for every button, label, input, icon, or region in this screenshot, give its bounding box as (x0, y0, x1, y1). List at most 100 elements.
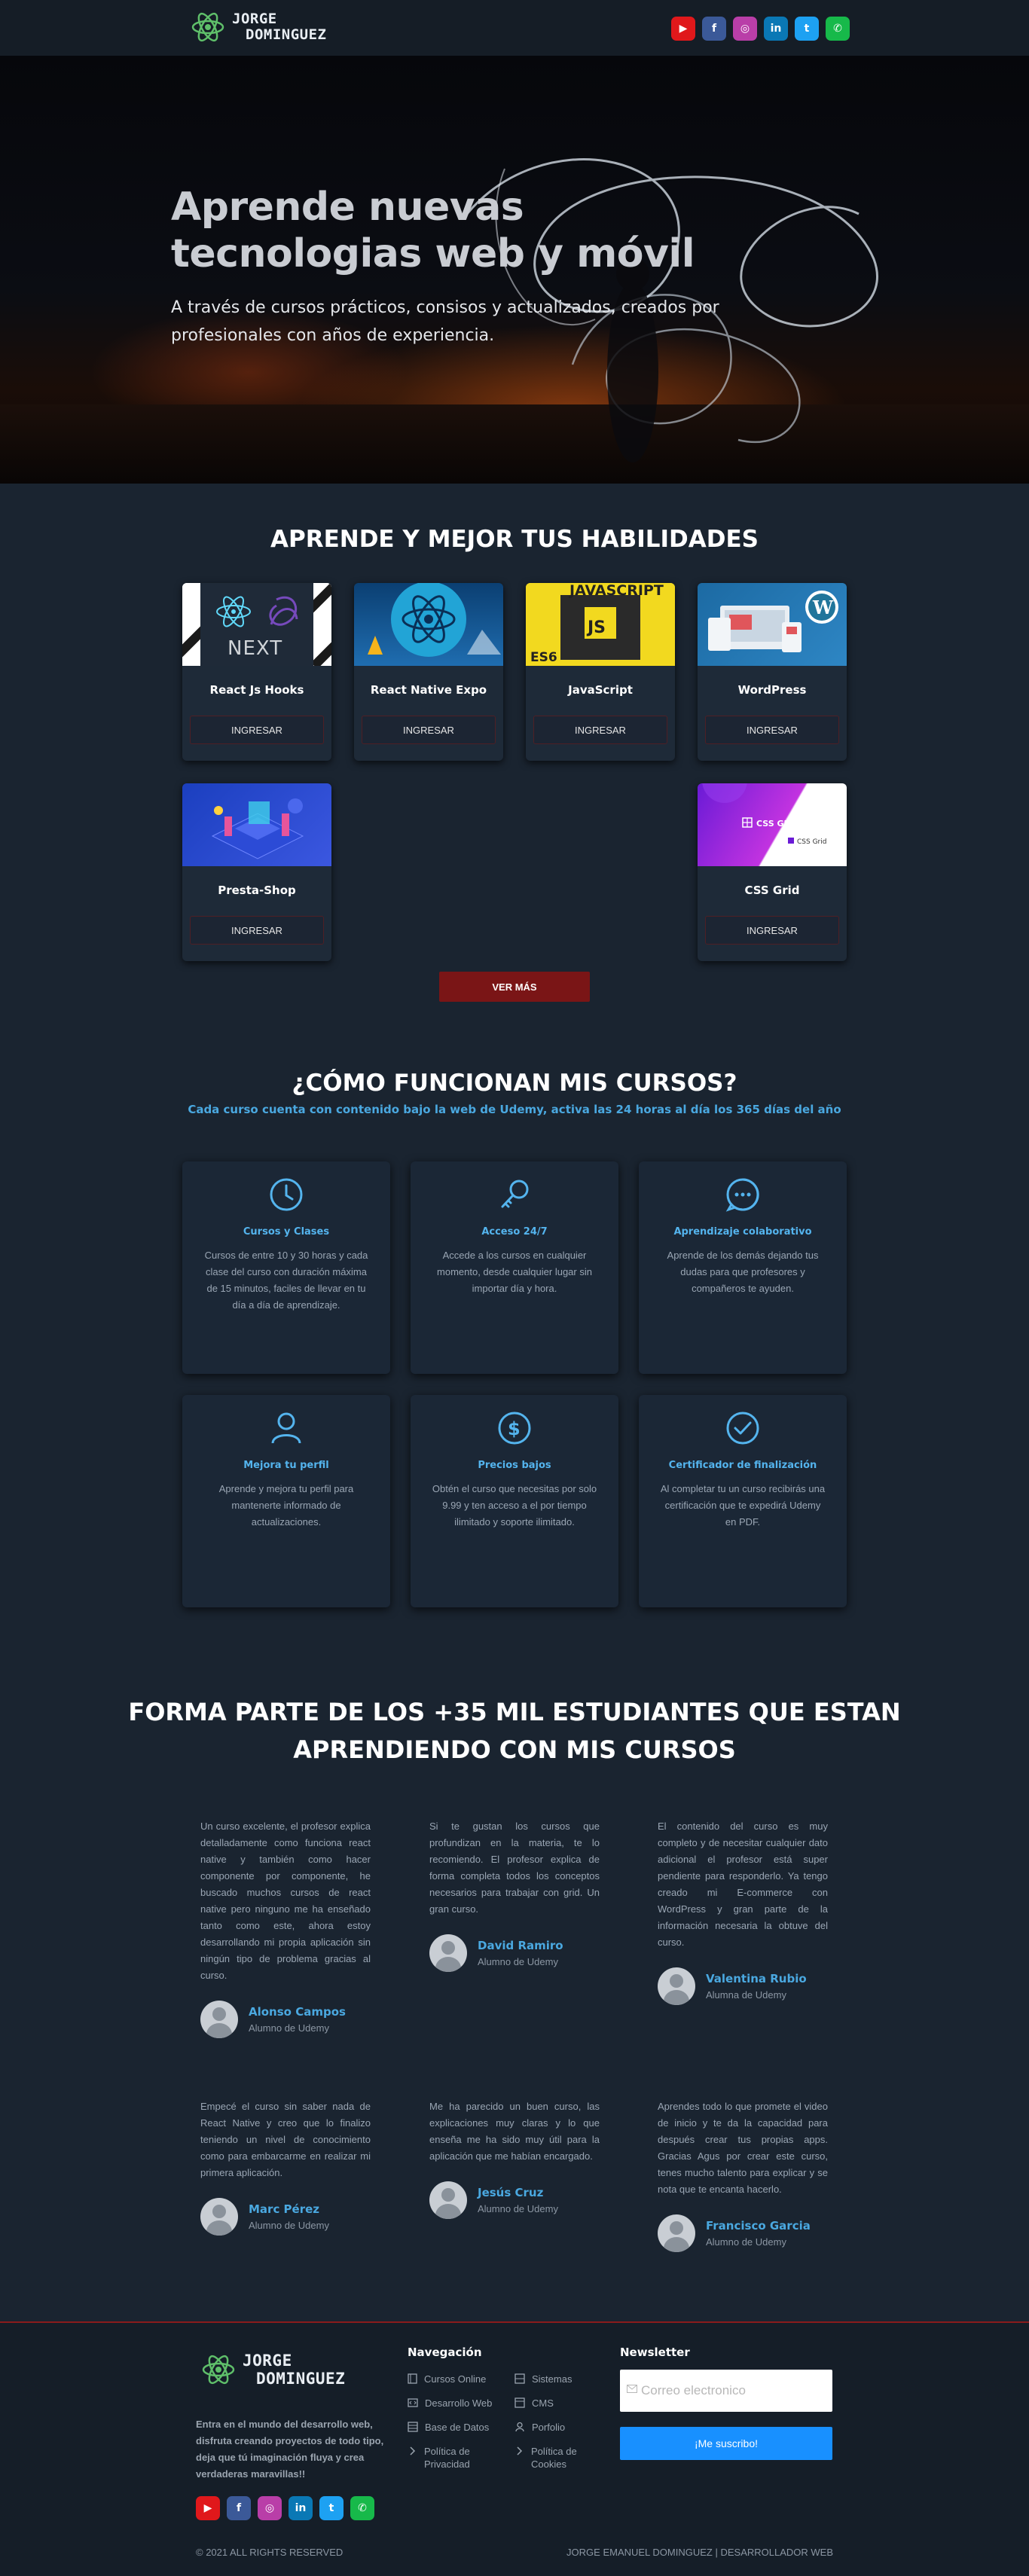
testimonials-title-line-1: FORMA PARTE DE LOS +35 MIL ESTUDIANTES Q… (128, 1698, 901, 1726)
linkedin-icon[interactable]: in (289, 2496, 313, 2520)
feature-text: Aprende y mejora tu perfil para mantener… (218, 1483, 354, 1528)
course-card-prestashop[interactable]: Presta-Shop INGRESAR (182, 783, 331, 961)
footer-nav-title: Navegación (408, 2346, 482, 2359)
testimonials-title-line-2: APRENDIENDO CON MIS CURSOS (293, 1735, 736, 1764)
skills-title: APRENDE Y MEJOR TUS HABILIDADES (270, 526, 759, 553)
feature-title: Mejora tu perfil (243, 1460, 329, 1471)
footer-link-politica-privacidad[interactable]: Política de Privacidad (408, 2445, 502, 2471)
newsletter-email-input[interactable] (620, 2370, 832, 2412)
chevron-right-icon (517, 2446, 523, 2455)
footer-link-sistemas[interactable]: Sistemas (514, 2373, 601, 2385)
testimonial-text: Un curso excelente, el profesor explica … (200, 1821, 371, 1981)
course-card-react-native[interactable]: React Native Expo INGRESAR (354, 583, 503, 761)
testimonial-text: Aprendes todo lo que promete el video de… (658, 2101, 828, 2195)
feature-text: Obtén el curso que necesitas por solo 9.… (432, 1483, 597, 1528)
feature-title: Aprendizaje colaborativo (673, 1226, 812, 1238)
course-card-wordpress[interactable]: W WordPress INGRESAR (698, 583, 847, 761)
envelope-icon (627, 2385, 637, 2393)
subscribe-button[interactable]: ¡Me suscribo! (620, 2427, 832, 2460)
course-card-javascript[interactable]: JS JAVASCRIPT ES6 JavaScript INGRESAR (526, 583, 675, 761)
logo-line-1: JORGE (232, 11, 277, 27)
svg-text:$: $ (508, 1418, 521, 1439)
feature-text: Aprende de los demás dejando tus dudas p… (667, 1250, 819, 1294)
testimonial-author: Alonso Campos Alumno de Udemy (200, 2001, 371, 2038)
ingresar-button[interactable]: INGRESAR (705, 916, 839, 945)
feature-title: Certificador de finalización (668, 1460, 817, 1471)
hero-title-line-1: Aprende nuevas (171, 185, 524, 230)
top-navbar: JORGE DOMINGUEZ ▶ f ◎ in t ✆ (0, 0, 1029, 56)
author-name: Marc Pérez (249, 2202, 320, 2216)
footer-link-desarrollo-web[interactable]: Desarrollo Web (408, 2397, 502, 2410)
javascript-banner-text: JAVASCRIPT (568, 583, 664, 599)
linkedin-icon[interactable]: in (764, 17, 788, 41)
footer-link-label: Base de Datos (425, 2422, 490, 2433)
how-title: ¿CÓMO FUNCIONAN MIS CURSOS? (292, 1070, 737, 1097)
whatsapp-glyph: ✆ (358, 2502, 367, 2514)
instagram-glyph: ◎ (264, 2502, 275, 2514)
footer-nav-col-2: Sistemas CMS Porfolio Política de Cookie… (514, 2373, 601, 2482)
header-social-links: ▶ f ◎ in t ✆ (671, 17, 850, 41)
testimonials-title: FORMA PARTE DE LOS +35 MIL ESTUDIANTES Q… (0, 1693, 1029, 1769)
chat-icon (725, 1178, 759, 1212)
feature-card: Aprendizaje colaborativo Aprende de los … (639, 1161, 847, 1374)
instagram-icon[interactable]: ◎ (258, 2496, 282, 2520)
ver-mas-button[interactable]: VER MÁS (439, 972, 590, 1002)
ingresar-button[interactable]: INGRESAR (190, 916, 324, 945)
whatsapp-icon[interactable]: ✆ (350, 2496, 374, 2520)
youtube-icon[interactable]: ▶ (671, 17, 695, 41)
instagram-icon[interactable]: ◎ (733, 17, 757, 41)
footer-logo-line-1: JORGE (243, 2352, 292, 2370)
feature-title: Acceso 24/7 (481, 1226, 548, 1238)
user-icon (515, 2422, 524, 2432)
feature-card: Mejora tu perfil Aprende y mejora tu per… (182, 1395, 390, 1607)
testimonial-text: Empecé el curso sin saber nada de React … (200, 2101, 371, 2178)
footer-nav-col-1: Cursos Online Desarrollo Web Base de Dat… (408, 2373, 502, 2482)
instagram-glyph: ◎ (740, 23, 750, 35)
footer-logo[interactable]: JORGE DOMINGUEZ (200, 2352, 345, 2388)
site-footer: JORGE DOMINGUEZ Entra en el mundo del de… (0, 2321, 1029, 2576)
copyright: © 2021 ALL RIGHTS RESERVED (196, 2547, 344, 2558)
es6-corner: ES6 (530, 650, 557, 665)
ingresar-button[interactable]: INGRESAR (362, 716, 496, 744)
site-logo[interactable]: JORGE DOMINGUEZ (190, 9, 326, 45)
author-role: Alumno de Udemy (706, 2236, 786, 2248)
ingresar-button[interactable]: INGRESAR (533, 716, 667, 744)
footer-link-cursos-online[interactable]: Cursos Online (408, 2373, 502, 2385)
whatsapp-icon[interactable]: ✆ (826, 17, 850, 41)
footer-link-base-de-datos[interactable]: Base de Datos (408, 2421, 502, 2434)
avatar (200, 2198, 238, 2236)
footer-link-label: Desarrollo Web (425, 2397, 493, 2409)
dollar-icon: $ (498, 1412, 531, 1445)
svg-text:NEXT: NEXT (227, 637, 282, 660)
author-role: Alumno de Udemy (249, 2022, 329, 2034)
css-grid-gradient: CSS GRID CSS Grid (702, 783, 826, 846)
ingresar-button[interactable]: INGRESAR (705, 716, 839, 744)
twitter-icon[interactable]: t (319, 2496, 344, 2520)
footer-link-porfolio[interactable]: Porfolio (514, 2421, 601, 2434)
footer-link-label: Política de Cookies (531, 2446, 577, 2470)
twitter-icon[interactable]: t (795, 17, 819, 41)
key-icon (501, 1180, 529, 1208)
author-role: Alumno de Udemy (249, 2220, 329, 2231)
hero-subtitle-line-2: profesionales con años de experiencia. (171, 326, 495, 345)
facebook-icon[interactable]: f (227, 2496, 251, 2520)
footer-link-cms[interactable]: CMS (514, 2397, 601, 2410)
feature-title: Cursos y Clases (243, 1226, 330, 1238)
course-card-react-hooks[interactable]: NEXT React Js Hooks INGRESAR (182, 583, 331, 761)
course-card-css-grid[interactable]: CSS GRID CSS Grid CSS Grid INGRESAR (698, 783, 847, 961)
js-badge: JS (586, 618, 606, 637)
youtube-icon[interactable]: ▶ (196, 2496, 220, 2520)
feature-title: Precios bajos (478, 1460, 551, 1471)
wordpress-devices: W (708, 591, 838, 652)
whatsapp-glyph: ✆ (833, 23, 842, 35)
logo-text: JORGE DOMINGUEZ (232, 11, 326, 43)
author-role: Alumno de Udemy (478, 1956, 558, 1967)
ingresar-button[interactable]: INGRESAR (190, 716, 324, 744)
twitter-glyph: t (328, 2502, 334, 2514)
footer-link-politica-cookies[interactable]: Política de Cookies (514, 2445, 601, 2471)
book-icon (408, 2373, 417, 2384)
avatar (429, 2181, 467, 2219)
course-name: React Native Expo (370, 683, 487, 697)
facebook-icon[interactable]: f (702, 17, 726, 41)
testimonial: El contenido del curso es muy completo y… (658, 1818, 828, 2005)
